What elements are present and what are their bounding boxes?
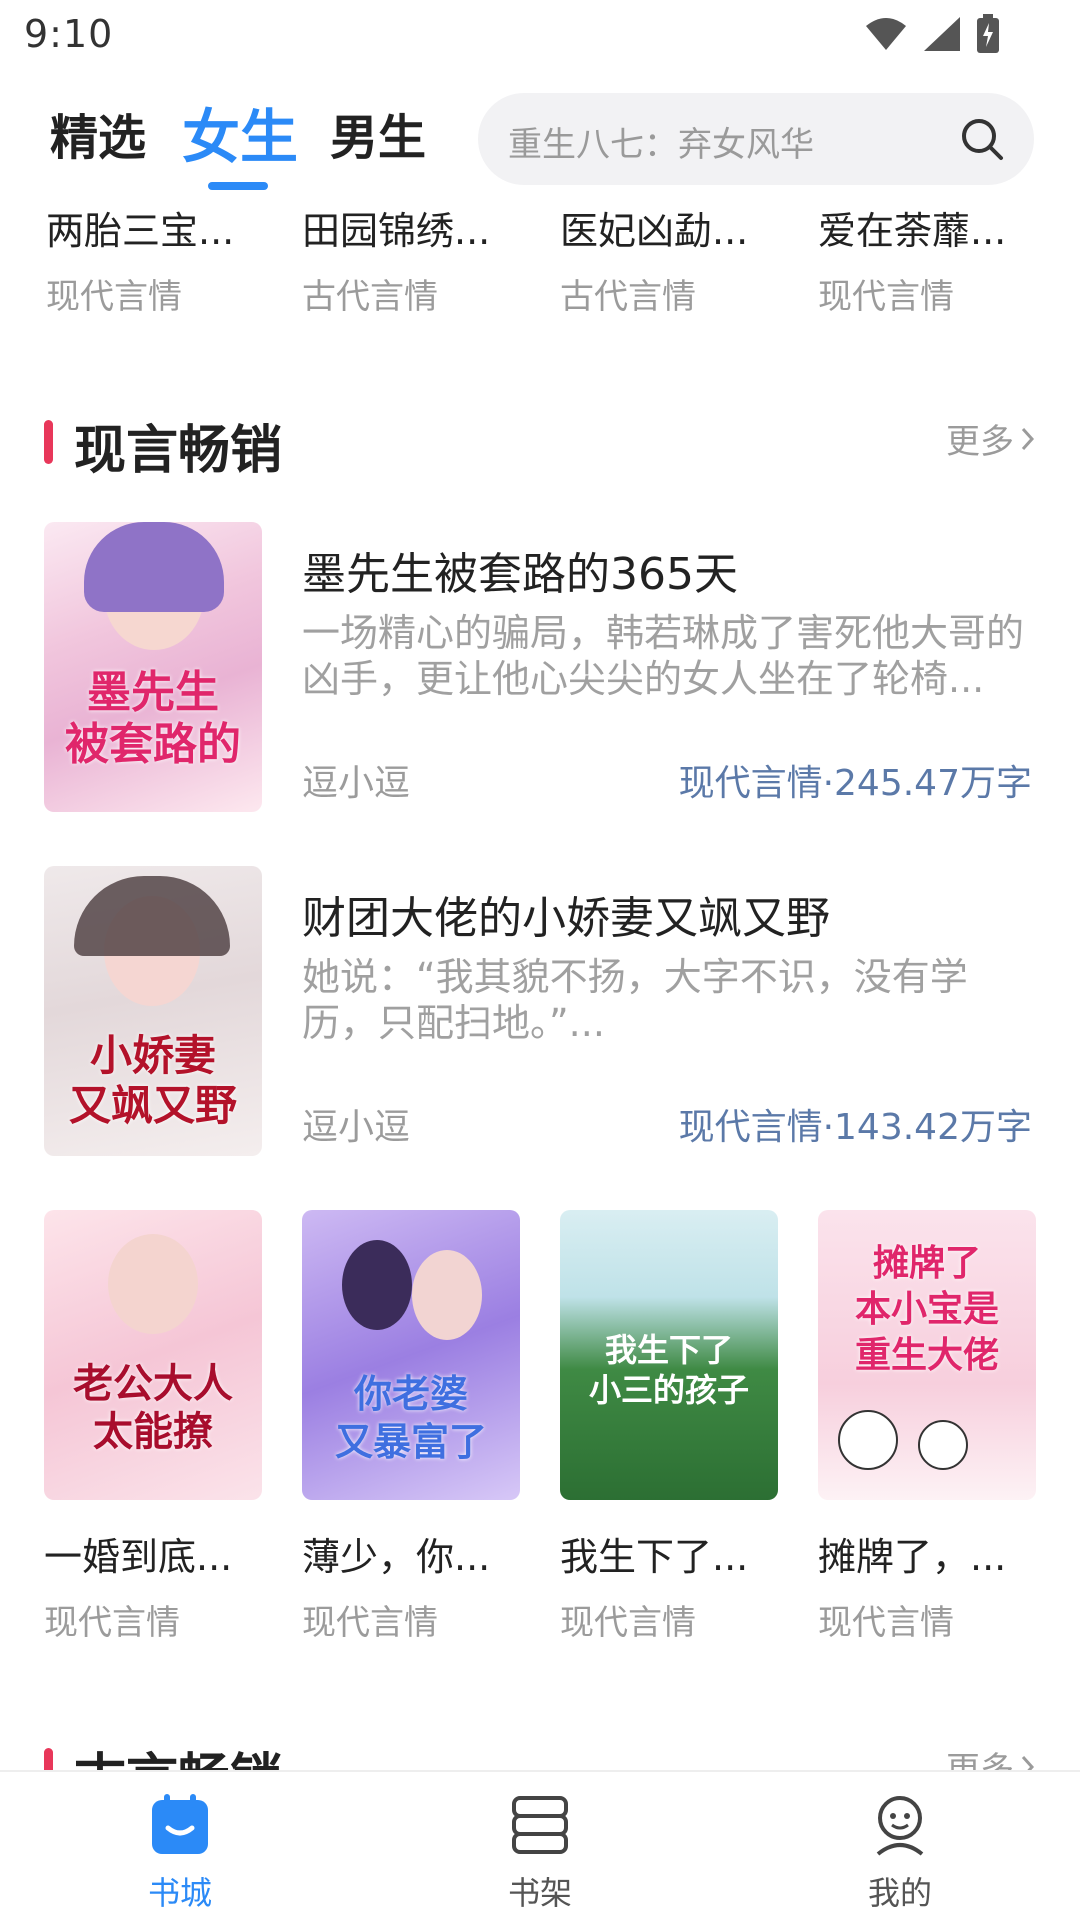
bookstore-icon — [152, 1794, 208, 1854]
book-title: 爱在荼蘼... — [818, 209, 1007, 253]
status-icons — [864, 14, 1000, 54]
book-title: 墨先生被套路的365天 — [302, 549, 738, 600]
nav-label: 书架 — [507, 1874, 572, 1912]
tab-featured[interactable]: 精选 — [50, 98, 146, 168]
book-description: 一场精心的骗局，韩若琳成了害死他大哥的凶手，更让他心尖尖的女人坐在了轮椅... — [302, 611, 1025, 701]
list-item[interactable]: 墨先生 被套路的 墨先生被套路的365天 一场精心的骗局，韩若琳成了害死他大哥的… — [0, 522, 1080, 812]
grid-item[interactable]: 老公大人 太能撩 一婚到底... 现代言情 — [44, 1210, 262, 1644]
book-cover[interactable]: 小娇妻 又飒又野 — [44, 866, 262, 1156]
nav-item-bookshelf[interactable]: 书架 — [470, 1792, 610, 1914]
nav-label: 我的 — [867, 1874, 932, 1912]
book-category: 古代言情 — [302, 277, 438, 317]
grid-item[interactable]: 你老婆 又暴富了 薄少，你... 现代言情 — [302, 1210, 520, 1644]
book-author: 逗小逗 — [302, 1107, 411, 1148]
cover-figure — [918, 1420, 968, 1470]
book-title: 医妃凶勐... — [560, 209, 749, 253]
status-time: 9:10 — [24, 12, 114, 56]
book-category: 现代言情 — [560, 1603, 696, 1643]
more-label: 更多 — [946, 422, 1014, 462]
book-author: 逗小逗 — [302, 763, 411, 804]
section-title: 现言畅销 — [74, 421, 283, 481]
book-meta: 现代言情·245.47万字 — [678, 763, 1032, 804]
book-category: 现代言情 — [302, 1603, 438, 1643]
book-cover[interactable]: 墨先生 被套路的 — [44, 522, 262, 812]
profile-icon — [876, 1796, 924, 1856]
cover-title-text: 小娇妻 又飒又野 — [68, 1031, 237, 1130]
search-placeholder: 重生八七：弃女风华 — [508, 125, 814, 165]
book-category: 现代言情 — [818, 277, 954, 317]
book-cover[interactable]: 我生下了 小三的孩子 — [560, 1210, 778, 1500]
chevron-right-icon — [1021, 427, 1035, 450]
cover-title-text: 老公大人 太能撩 — [73, 1360, 233, 1455]
section-header-modern: 现言畅销 更多 — [0, 408, 1080, 481]
battery-icon — [977, 14, 999, 53]
book-cover[interactable]: 摊牌了 本小宝是 重生大佬 — [818, 1210, 1036, 1500]
status-bar: 9:10 — [0, 0, 1080, 72]
grid-item[interactable]: 田园锦绣... 古代言情 — [302, 200, 502, 318]
grid-item[interactable]: 两胎三宝... 现代言情 — [46, 200, 246, 318]
nav-item-bookstore[interactable]: 书城 — [110, 1792, 250, 1914]
cover-figure — [342, 1240, 412, 1330]
grid-item[interactable]: 我生下了 小三的孩子 我生下了... 现代言情 — [560, 1210, 778, 1644]
book-cover[interactable]: 你老婆 又暴富了 — [302, 1210, 520, 1500]
section-accent-bar — [44, 420, 53, 464]
tab-female[interactable]: 女生 — [182, 90, 298, 174]
signal-icon — [924, 17, 960, 51]
search-icon[interactable] — [958, 115, 1006, 163]
book-title: 摊牌了，... — [818, 1535, 1007, 1579]
cover-title-text: 你老婆 又暴富了 — [334, 1371, 487, 1464]
cover-figure — [108, 1234, 198, 1334]
grid-item[interactable]: 摊牌了 本小宝是 重生大佬 摊牌了，... 现代言情 — [818, 1210, 1036, 1644]
cover-figure — [838, 1410, 898, 1470]
book-title: 一婚到底... — [44, 1535, 233, 1579]
list-item[interactable]: 小娇妻 又飒又野 财团大佬的小娇妻又飒又野 她说：“我其貌不扬，大字不识，没有学… — [0, 866, 1080, 1156]
app-screen: 9:10 精选 女生 男生 重生八七：弃女风华 两胎三宝... 现代言情 田园锦… — [0, 0, 1080, 1920]
nav-label: 书城 — [147, 1874, 212, 1912]
book-title: 财团大佬的小娇妻又飒又野 — [302, 893, 830, 944]
search-input[interactable]: 重生八七：弃女风华 — [478, 93, 1034, 185]
cover-title-text: 我生下了 小三的孩子 — [588, 1331, 749, 1409]
cover-figure — [412, 1250, 482, 1340]
bookshelf-icon — [512, 1796, 568, 1854]
book-category: 古代言情 — [560, 277, 696, 317]
active-tab-indicator — [208, 182, 268, 190]
top-header: 精选 女生 男生 重生八七：弃女风华 — [0, 88, 1080, 198]
cover-hair — [84, 522, 224, 612]
book-title: 田园锦绣... — [302, 209, 491, 253]
nav-item-profile[interactable]: 我的 — [830, 1792, 970, 1914]
book-title: 我生下了... — [560, 1535, 749, 1579]
book-title: 薄少，你... — [302, 1535, 491, 1579]
cover-title-text: 墨先生 被套路的 — [65, 667, 241, 770]
book-title: 两胎三宝... — [46, 209, 235, 253]
wifi-icon — [866, 18, 906, 50]
book-category: 现代言情 — [44, 1603, 180, 1643]
grid-item[interactable]: 医妃凶勐... 古代言情 — [560, 200, 760, 318]
grid-item[interactable]: 爱在荼蘼... 现代言情 — [818, 200, 1018, 318]
cover-hair — [74, 876, 230, 956]
book-category: 现代言情 — [46, 277, 182, 317]
cover-title-text: 摊牌了 本小宝是 重生大佬 — [854, 1242, 999, 1376]
book-description: 她说：“我其貌不扬，大字不识，没有学历，只配扫地。”... — [302, 955, 968, 1045]
more-button[interactable]: 更多 — [946, 414, 1036, 463]
book-category: 现代言情 — [818, 1603, 954, 1643]
book-meta: 现代言情·143.42万字 — [678, 1107, 1032, 1148]
tab-male[interactable]: 男生 — [330, 98, 426, 168]
bottom-navigation: 书城 书架 我的 — [0, 1770, 1080, 1920]
book-cover[interactable]: 老公大人 太能撩 — [44, 1210, 262, 1500]
